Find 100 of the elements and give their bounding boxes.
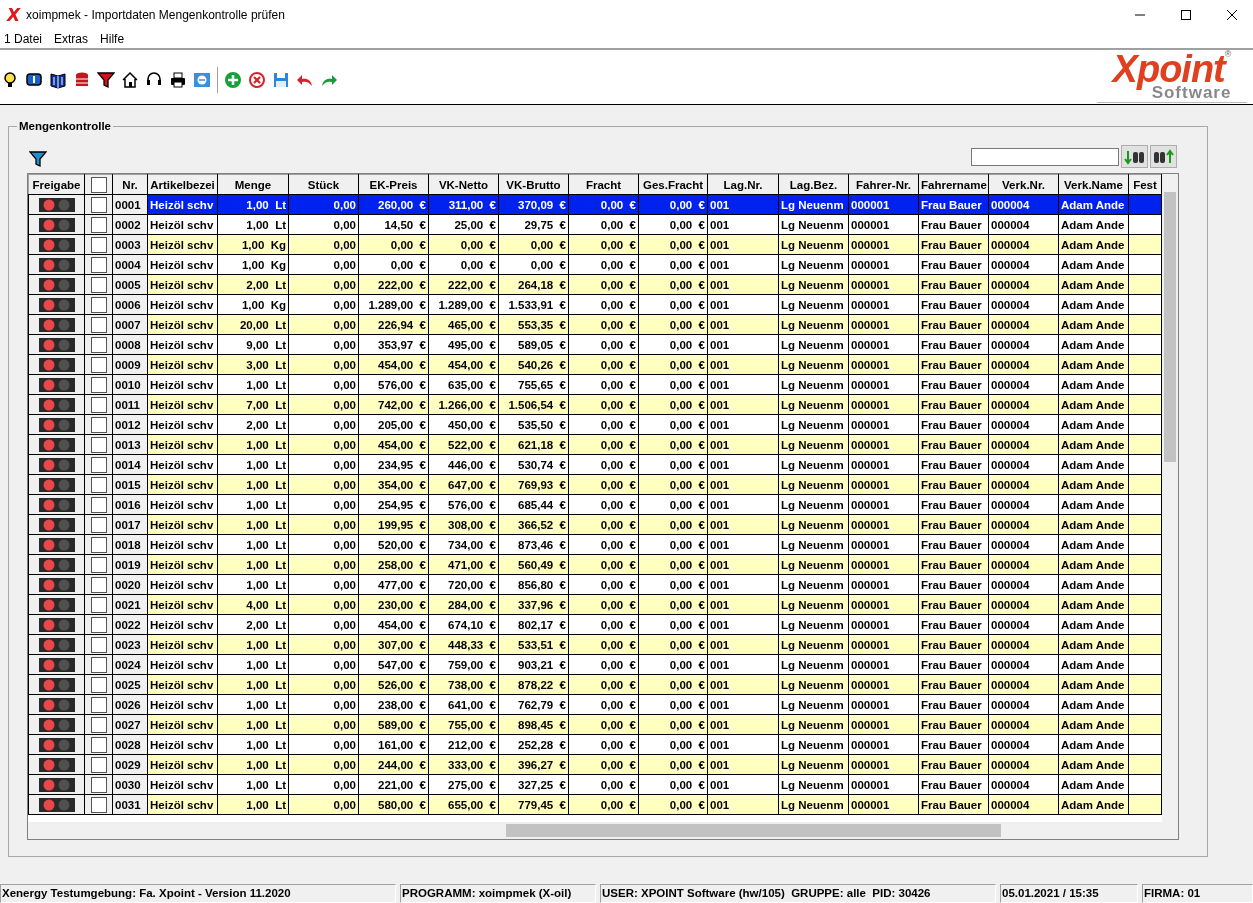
column-header[interactable]: Fahrername [918,174,989,195]
traffic-light-icon [38,657,75,672]
column-header[interactable]: Nr. [112,174,148,195]
checkbox[interactable] [90,756,107,773]
table-cell: 000004 [988,654,1059,675]
table-cell: Adam Ande [1058,574,1129,595]
checkbox[interactable] [90,796,107,813]
checkbox[interactable] [90,596,107,613]
horizontal-scrollbar[interactable] [28,822,1178,839]
column-header[interactable]: Lag.Nr. [707,174,779,195]
checkbox[interactable] [90,236,107,253]
checkbox[interactable] [90,536,107,553]
table-cell: Frau Bauer [918,214,989,235]
table-cell: 0,00 € [638,654,708,675]
book-icon[interactable] [49,71,67,89]
column-header[interactable]: VK-Netto [428,174,499,195]
filter-icon[interactable] [29,150,47,168]
column-header[interactable]: Verk.Name [1058,174,1129,195]
checkbox[interactable] [90,656,107,673]
table-cell: 674,10 € [428,614,499,635]
column-header[interactable]: Fest [1128,174,1162,195]
save-icon[interactable] [272,71,290,89]
checkbox[interactable] [90,416,107,433]
filter-icon[interactable] [97,71,115,89]
column-header[interactable]: Fahrer-Nr. [848,174,919,195]
checkbox[interactable] [90,336,107,353]
traffic-light-icon [38,497,75,512]
table-cell: 238,00 € [358,694,429,715]
checkbox[interactable] [90,776,107,793]
search-previous-button[interactable] [1150,145,1177,168]
checkbox[interactable] [90,496,107,513]
home-icon[interactable] [121,71,139,89]
checkbox[interactable] [90,276,107,293]
table-cell: Adam Ande [1058,774,1129,795]
checkbox[interactable] [90,316,107,333]
column-header[interactable]: Ges.Fracht [638,174,708,195]
menu-item[interactable]: Hilfe [95,32,130,46]
table-cell: 0,00 € [638,694,708,715]
checkbox[interactable] [90,436,107,453]
checkbox[interactable] [90,476,107,493]
table-cell: 635,00 € [428,374,499,395]
cancel-icon[interactable] [248,71,266,89]
checkbox[interactable] [90,516,107,533]
table-cell: 0,00 € [568,374,639,395]
table-cell: 0,00 [288,574,359,595]
search-next-button[interactable] [1121,145,1148,168]
lightbulb-icon[interactable] [1,71,19,89]
checkbox[interactable] [90,576,107,593]
column-header[interactable]: Lag.Bez. [778,174,849,195]
table-cell: Frau Bauer [918,254,989,275]
add-icon[interactable] [224,71,242,89]
checkbox[interactable] [90,396,107,413]
close-icon[interactable] [1226,9,1238,21]
checkbox[interactable] [90,616,107,633]
table-cell: Adam Ande [1058,294,1129,315]
checkbox[interactable] [90,216,107,233]
checkbox[interactable] [90,456,107,473]
table-cell: Adam Ande [1058,214,1129,235]
column-header[interactable]: EK-Preis [358,174,429,195]
traffic-light-icon [38,477,75,492]
database-icon[interactable] [73,71,91,89]
checkbox[interactable] [90,556,107,573]
checkbox[interactable] [90,736,107,753]
table-cell: 685,44 € [498,494,569,515]
table-cell: 0,00 € [568,774,639,795]
checkbox[interactable] [90,376,107,393]
checkbox[interactable] [90,676,107,693]
checkbox[interactable] [90,256,107,273]
column-header[interactable]: VK-Brutto [498,174,569,195]
menu-item[interactable]: 1 Datei [0,32,48,46]
checkbox[interactable] [90,696,107,713]
table-cell: 0,00 € [568,734,639,755]
table-cell: 000004 [988,414,1059,435]
checkbox[interactable] [90,716,107,733]
maximize-icon[interactable] [1180,9,1192,21]
column-header[interactable]: Stück [288,174,359,195]
table-cell: Frau Bauer [918,374,989,395]
table-cell: 000001 [848,214,919,235]
select-all-checkbox[interactable] [90,176,107,193]
column-header[interactable]: Artikelbezei [147,174,218,195]
column-header[interactable]: Freigabe [28,174,85,195]
menu-item[interactable]: Extras [49,32,94,46]
checkbox[interactable] [90,296,107,313]
checkbox[interactable] [90,196,107,213]
company-logo: Xpoint® Software [1097,50,1247,103]
column-header[interactable]: Fracht [568,174,639,195]
table-cell: 762,79 € [498,694,569,715]
checkbox[interactable] [90,356,107,373]
table-cell: Heizöl schv [147,254,218,275]
table-cell: 641,00 € [428,694,499,715]
search-field[interactable] [971,147,1119,166]
column-header[interactable]: Verk.Nr. [988,174,1059,195]
table-cell: Lg Neuenm [778,414,849,435]
column-header[interactable]: Menge [217,174,289,195]
table-cell: Lg Neuenm [778,654,849,675]
vertical-scrollbar[interactable] [1162,174,1178,822]
printer-icon[interactable] [169,71,187,89]
info-icon[interactable] [25,71,43,89]
checkbox[interactable] [90,636,107,653]
table-cell: Frau Bauer [918,494,989,515]
